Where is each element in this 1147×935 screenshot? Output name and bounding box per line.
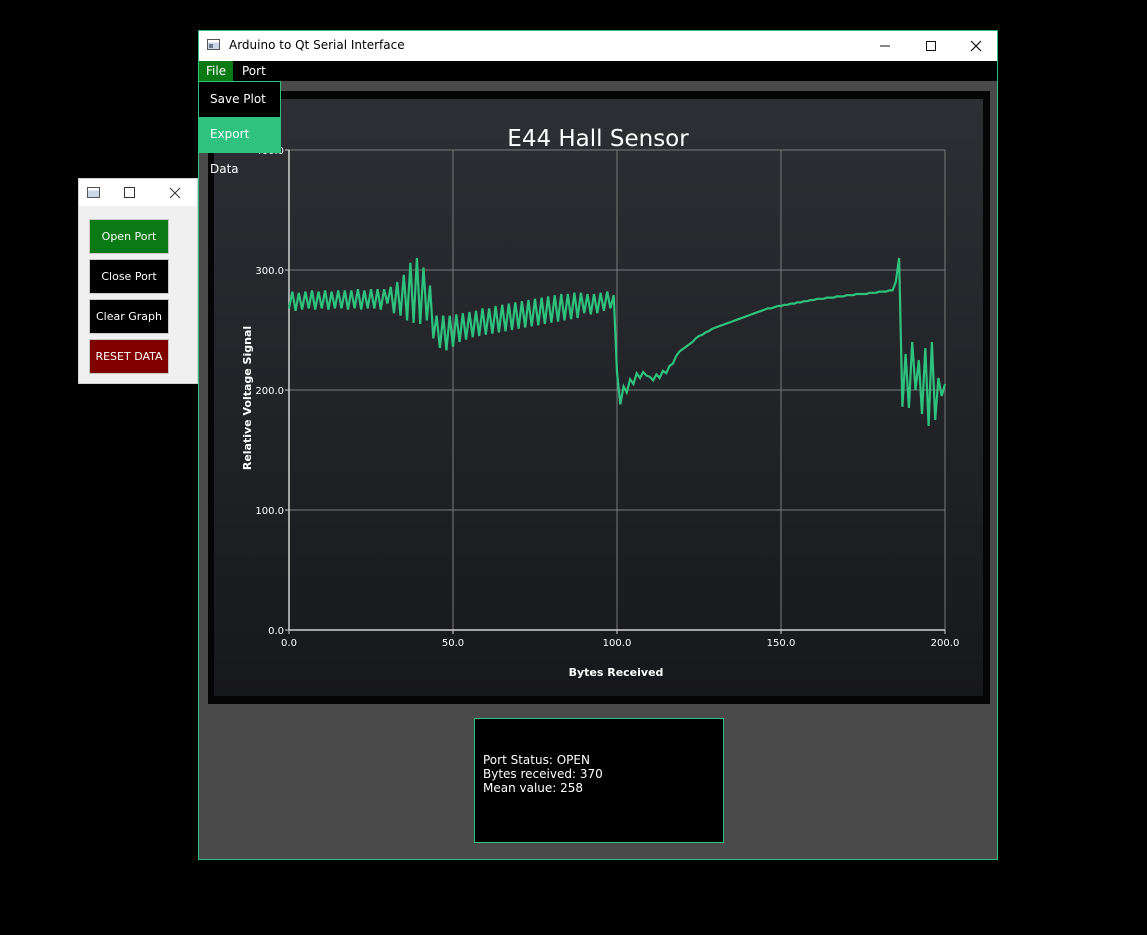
y-tick-label: 0.0 — [268, 626, 284, 637]
control-window: Open Port Close Port Clear Graph RESET D… — [78, 178, 198, 384]
chart: 0.0 50.0 100.0 150.0 200.0 0.0 100.0 200.0 300.0… — [241, 126, 959, 679]
x-tick-label: 200.0 — [931, 638, 960, 649]
menu-port[interactable]: Port — [235, 61, 273, 81]
chart-area: 0.0 50.0 100.0 150.0 200.0 0.0 100.0 200.0 300.0… — [214, 99, 983, 696]
app-icon — [207, 39, 220, 50]
close-port-button[interactable]: Close Port — [89, 259, 169, 294]
grid — [288, 149, 946, 631]
minimize-icon[interactable] — [862, 31, 908, 61]
maximize-icon[interactable] — [908, 31, 954, 61]
clear-graph-button[interactable]: Clear Graph — [89, 299, 169, 334]
window-title: Arduino to Qt Serial Interface — [229, 38, 405, 52]
title-bar[interactable]: Arduino to Qt Serial Interface — [199, 31, 997, 61]
reset-data-button[interactable]: RESET DATA — [89, 339, 169, 374]
menu-item-export-data[interactable]: Export Data — [199, 117, 280, 176]
open-port-button[interactable]: Open Port — [89, 219, 169, 254]
x-tick-label: 100.0 — [603, 638, 632, 649]
mean-value-text: Mean value: 258 — [483, 781, 584, 795]
file-dropdown-menu: Save Plot Export Data — [198, 81, 281, 176]
x-tick-label: 50.0 — [442, 638, 464, 649]
menu-file[interactable]: File — [199, 61, 234, 81]
control-app-icon — [87, 187, 100, 198]
menu-bar: File Port — [199, 61, 997, 81]
status-panel: Port Status: OPEN Bytes received: 370 Me… — [474, 718, 724, 843]
chart-title: E44 Hall Sensor — [507, 126, 689, 152]
y-tick-label: 200.0 — [255, 386, 284, 397]
x-tick-label: 150.0 — [767, 638, 796, 649]
axes: 0.0 50.0 100.0 150.0 200.0 0.0 100.0 200.0 300.0… — [255, 146, 959, 649]
menu-item-save-plot[interactable]: Save Plot — [199, 82, 280, 117]
y-tick-label: 300.0 — [255, 266, 284, 277]
y-axis-label: Relative Voltage Signal — [241, 326, 254, 470]
y-tick-label: 100.0 — [255, 506, 284, 517]
control-maximize-icon[interactable] — [109, 179, 149, 206]
x-tick-label: 0.0 — [281, 638, 297, 649]
chart-frame: 0.0 50.0 100.0 150.0 200.0 0.0 100.0 200.0 300.0… — [208, 91, 990, 704]
x-axis-label: Bytes Received — [569, 666, 664, 679]
control-title-bar[interactable] — [79, 179, 197, 206]
control-close-icon[interactable] — [155, 179, 195, 206]
port-status-text: Port Status: OPEN — [483, 753, 590, 767]
bytes-received-text: Bytes received: 370 — [483, 767, 603, 781]
main-window: Arduino to Qt Serial Interface File Port… — [198, 30, 998, 860]
close-icon[interactable] — [953, 31, 999, 61]
